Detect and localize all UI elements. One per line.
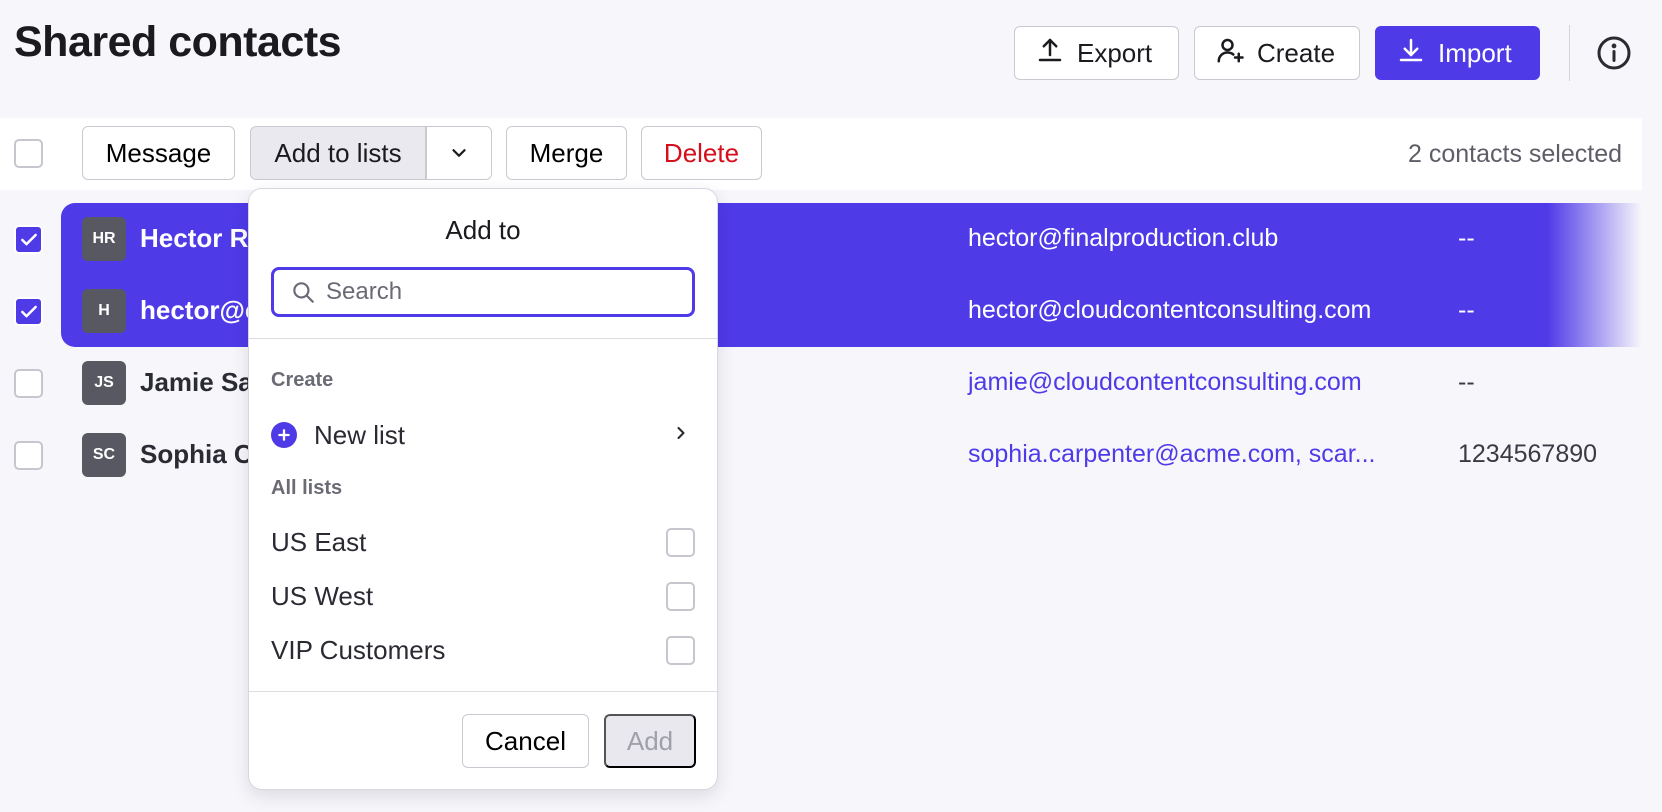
list-item-us-west[interactable]: US West bbox=[271, 576, 695, 616]
cancel-button[interactable]: Cancel bbox=[462, 714, 589, 768]
create-button[interactable]: Create bbox=[1194, 26, 1360, 80]
avatar: SC bbox=[82, 433, 126, 477]
upload-icon bbox=[1035, 35, 1065, 72]
new-list-item[interactable]: New list bbox=[271, 415, 695, 455]
contact-email[interactable]: sophia.carpenter@acme.com, scar... bbox=[968, 440, 1376, 469]
add-to-lists-dropdown-toggle[interactable] bbox=[427, 127, 491, 179]
info-icon[interactable] bbox=[1594, 33, 1634, 73]
contact-name[interactable]: hector@c bbox=[140, 295, 259, 326]
contact-name[interactable]: Sophia C bbox=[140, 439, 253, 470]
list-checkbox[interactable] bbox=[666, 581, 695, 611]
avatar: HR bbox=[82, 217, 126, 261]
add-user-icon bbox=[1215, 35, 1245, 72]
add-to-lists-button[interactable]: Add to lists bbox=[251, 127, 427, 179]
contact-email[interactable]: jamie@cloudcontentconsulting.com bbox=[968, 368, 1362, 397]
row-checkbox[interactable] bbox=[14, 225, 43, 254]
chevron-down-icon bbox=[452, 149, 466, 157]
contact-email[interactable]: hector@cloudcontentconsulting.com bbox=[968, 296, 1371, 325]
bulk-actions-toolbar: Message Add to lists Merge Delete 2 cont… bbox=[0, 118, 1642, 190]
table-row[interactable]: H hector@c hector@cloudcontentconsulting… bbox=[0, 275, 1642, 347]
add-button[interactable]: Add bbox=[604, 714, 696, 768]
add-to-lists-split-button: Add to lists bbox=[250, 126, 492, 180]
plus-icon bbox=[271, 422, 297, 448]
list-label: US East bbox=[271, 526, 367, 557]
add-to-lists-dropdown: Add to Create New list All lists US East… bbox=[248, 188, 718, 790]
contact-phone: -- bbox=[1458, 224, 1475, 252]
list-checkbox[interactable] bbox=[666, 635, 695, 665]
contact-name[interactable]: Hector Rc bbox=[140, 223, 263, 254]
contact-phone: -- bbox=[1458, 368, 1475, 396]
search-input[interactable] bbox=[326, 278, 666, 306]
table-row[interactable]: HR Hector Rc hector@finalproduction.club… bbox=[0, 203, 1642, 275]
list-checkbox[interactable] bbox=[666, 527, 695, 557]
row-checkbox[interactable] bbox=[14, 369, 43, 398]
contact-email[interactable]: hector@finalproduction.club bbox=[968, 224, 1278, 253]
page: Shared contacts Export Create Import Mes… bbox=[0, 0, 1662, 812]
list-item-vip-customers[interactable]: VIP Customers bbox=[271, 630, 695, 670]
export-button[interactable]: Export bbox=[1014, 26, 1179, 80]
divider bbox=[249, 691, 717, 692]
list-item-us-east[interactable]: US East bbox=[271, 522, 695, 562]
row-checkbox[interactable] bbox=[14, 297, 43, 326]
contact-phone: -- bbox=[1458, 296, 1475, 324]
row-checkbox[interactable] bbox=[14, 441, 43, 470]
divider bbox=[249, 338, 717, 339]
contacts-table: HR Hector Rc hector@finalproduction.club… bbox=[0, 203, 1642, 491]
chevron-right-icon bbox=[671, 423, 691, 448]
select-all-checkbox[interactable] bbox=[14, 139, 43, 168]
search-icon bbox=[293, 282, 314, 303]
import-label: Import bbox=[1438, 37, 1512, 68]
create-section-heading: Create bbox=[271, 369, 334, 391]
list-label: VIP Customers bbox=[271, 634, 446, 665]
import-button[interactable]: Import bbox=[1375, 26, 1540, 80]
header-divider bbox=[1569, 25, 1570, 81]
avatar: H bbox=[82, 289, 126, 333]
list-label: US West bbox=[271, 580, 374, 611]
download-icon bbox=[1396, 35, 1426, 72]
table-row[interactable]: SC Sophia C sophia.carpenter@acme.com, s… bbox=[0, 419, 1642, 491]
avatar: JS bbox=[82, 361, 126, 405]
create-label: Create bbox=[1257, 37, 1336, 68]
checkmark-icon bbox=[20, 305, 37, 317]
export-label: Export bbox=[1077, 37, 1153, 68]
header-actions: Export Create Import bbox=[1014, 25, 1634, 81]
list-search-field[interactable] bbox=[271, 267, 695, 317]
delete-button[interactable]: Delete bbox=[641, 126, 762, 180]
new-list-label: New list bbox=[314, 419, 406, 450]
table-row[interactable]: JS Jamie Sa jamie@cloudcontentconsulting… bbox=[0, 347, 1642, 419]
contact-phone: 1234567890 bbox=[1458, 440, 1598, 468]
contact-name[interactable]: Jamie Sa bbox=[140, 367, 253, 398]
message-button[interactable]: Message bbox=[82, 126, 235, 180]
page-title: Shared contacts bbox=[14, 18, 342, 66]
all-lists-section-heading: All lists bbox=[271, 477, 343, 499]
selected-count: 2 contacts selected bbox=[1408, 140, 1623, 168]
merge-button[interactable]: Merge bbox=[506, 126, 627, 180]
dropdown-title: Add to bbox=[445, 215, 521, 245]
checkmark-icon bbox=[20, 233, 37, 245]
